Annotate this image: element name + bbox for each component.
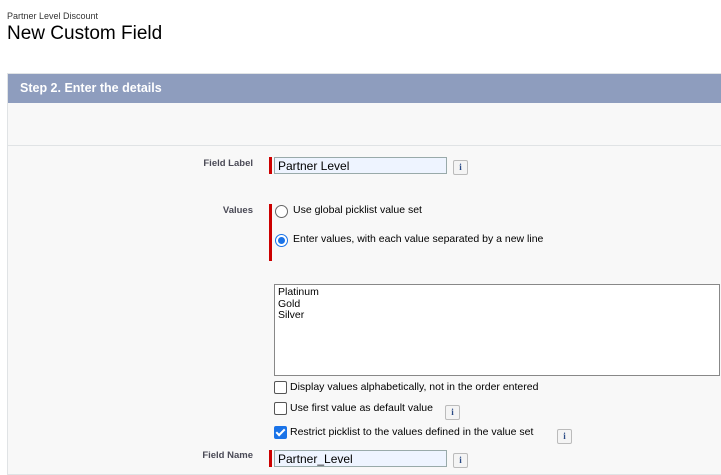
value-entry: Silver xyxy=(278,309,305,321)
field-name-required-indicator xyxy=(269,450,272,467)
value-entry: Gold xyxy=(278,297,301,310)
restrict-picklist-info-icon[interactable]: i xyxy=(557,429,572,444)
enter-values-option-label: Enter values, with each value separated … xyxy=(293,233,544,245)
page-title: New Custom Field xyxy=(7,23,163,44)
step-header: Step 2. Enter the details xyxy=(8,74,721,103)
field-name-info-icon[interactable]: i xyxy=(453,453,468,468)
global-picklist-option-label: Use global picklist value set xyxy=(293,204,422,216)
values-textarea[interactable]: Platinum Gold Silver xyxy=(274,284,720,376)
sort-alphabetically-label: Display values alphabetically, not in th… xyxy=(290,381,539,393)
value-entry: Platinum xyxy=(278,286,319,298)
sort-alphabetically-checkbox[interactable] xyxy=(274,381,287,394)
panel-spacer xyxy=(8,103,721,146)
field-label-input[interactable]: Partner Level xyxy=(274,157,447,174)
values-label: Values xyxy=(222,205,253,216)
field-label-label: Field Label xyxy=(203,158,253,169)
default-value-checkbox[interactable] xyxy=(274,402,287,415)
global-picklist-radio[interactable] xyxy=(275,205,288,218)
restrict-picklist-label: Restrict picklist to the values defined … xyxy=(290,426,534,438)
field-name-input[interactable]: Partner_Level xyxy=(274,450,447,467)
field-label-info-icon[interactable]: i xyxy=(453,160,468,175)
field-name-label: Field Name xyxy=(202,450,253,461)
default-value-info-icon[interactable]: i xyxy=(445,405,460,420)
restrict-picklist-checkbox[interactable] xyxy=(274,426,287,439)
enter-values-radio[interactable] xyxy=(275,234,288,247)
breadcrumb: Partner Level Discount xyxy=(7,11,99,21)
values-required-indicator xyxy=(269,204,272,261)
required-indicator xyxy=(269,157,272,174)
default-value-label: Use first value as default value xyxy=(290,402,433,414)
details-panel: Step 2. Enter the details Field Label Pa… xyxy=(7,73,721,475)
